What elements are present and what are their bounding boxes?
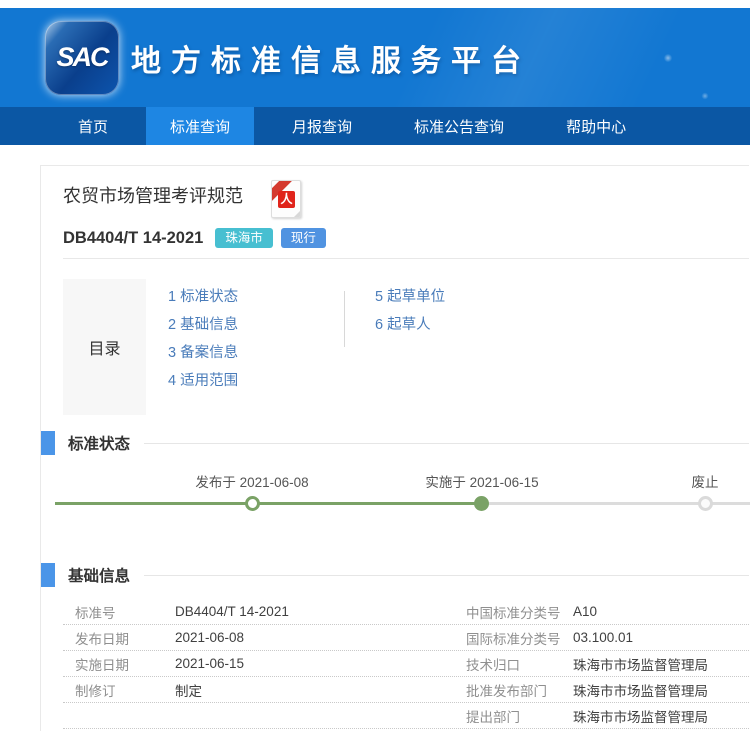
label-revision-type: 制修订 <box>63 680 175 700</box>
value-implement-date: 2021-06-15 <box>175 656 466 671</box>
value-revision-type: 制定 <box>175 680 466 700</box>
value-publish-date: 2021-06-08 <box>175 630 466 645</box>
toc-link-scope[interactable]: 4 适用范围 <box>168 367 344 395</box>
toc-heading-box: 目录 <box>63 279 146 415</box>
timeline-dot-published <box>245 496 260 511</box>
table-row: 提出部门 珠海市市场监督管理局 <box>63 703 749 729</box>
section-title-status: 标准状态 <box>68 432 130 454</box>
site-header: SAC 地方标准信息服务平台 <box>0 8 750 107</box>
label-ccs-code: 中国标准分类号 <box>466 602 573 622</box>
value-approving-department: 珠海市市场监督管理局 <box>573 680 749 700</box>
toc-link-drafting-unit[interactable]: 5 起草单位 <box>375 283 445 311</box>
section-rule <box>144 443 749 444</box>
timeline-label-abolished: 废止 <box>692 471 719 491</box>
section-title-basic-info: 基础信息 <box>68 564 130 586</box>
nav-item-announcement-query[interactable]: 标准公告查询 <box>390 107 528 145</box>
toc-heading: 目录 <box>88 335 120 359</box>
sac-logo[interactable]: SAC <box>45 21 119 95</box>
pdf-file-icon[interactable]: 人 <box>271 180 301 218</box>
status-badge: 现行 <box>281 228 326 248</box>
section-rule <box>144 575 749 576</box>
toc-link-standard-status[interactable]: 1 标准状态 <box>168 283 344 311</box>
standard-code-row: DB4404/T 14-2021 珠海市 现行 <box>63 228 749 248</box>
toc-link-basic-info[interactable]: 2 基础信息 <box>168 311 344 339</box>
top-white-strip <box>0 0 750 8</box>
nav-item-help-center[interactable]: 帮助中心 <box>542 107 650 145</box>
value-technical-committee: 珠海市市场监督管理局 <box>573 654 749 674</box>
section-accent-bar <box>41 563 55 587</box>
section-header-basic-info: 基础信息 <box>41 563 749 587</box>
value-ccs-code: A10 <box>573 604 749 619</box>
timeline-label-implemented: 实施于 2021-06-15 <box>425 471 538 491</box>
nav-item-home[interactable]: 首页 <box>54 107 132 145</box>
value-proposing-department: 珠海市市场监督管理局 <box>573 706 749 726</box>
title-divider <box>63 258 749 259</box>
label-approving-department: 批准发布部门 <box>466 680 573 700</box>
toc-links: 1 标准状态 2 基础信息 3 备案信息 4 适用范围 5 起草单位 6 起草人 <box>168 279 445 415</box>
region-badge: 珠海市 <box>215 228 273 248</box>
adobe-pdf-glyph-icon: 人 <box>278 191 295 208</box>
section-header-status: 标准状态 <box>41 431 749 455</box>
nav-item-monthly-report[interactable]: 月报查询 <box>268 107 376 145</box>
label-technical-committee: 技术归口 <box>466 654 573 674</box>
label-implement-date: 实施日期 <box>63 654 175 674</box>
standard-code: DB4404/T 14-2021 <box>63 229 203 248</box>
basic-info-table: 标准号 DB4404/T 14-2021 中国标准分类号 A10 发布日期 20… <box>63 599 749 729</box>
toc: 目录 1 标准状态 2 基础信息 3 备案信息 4 适用范围 5 起草单位 6 … <box>63 279 749 415</box>
table-row: 制修订 制定 批准发布部门 珠海市市场监督管理局 <box>63 677 749 703</box>
sac-logo-text: SAC <box>56 42 107 73</box>
standard-title: 农贸市场管理考评规范 <box>63 184 243 208</box>
table-row: 标准号 DB4404/T 14-2021 中国标准分类号 A10 <box>63 599 749 625</box>
nav-item-standard-query[interactable]: 标准查询 <box>146 107 254 145</box>
page-fold-icon <box>293 210 301 218</box>
timeline-track-completed <box>55 502 482 505</box>
value-ics-code: 03.100.01 <box>573 630 749 645</box>
timeline-dot-implemented <box>474 496 489 511</box>
toc-column-1: 1 标准状态 2 基础信息 3 备案信息 4 适用范围 <box>168 283 344 415</box>
site-title: 地方标准信息服务平台 <box>131 36 531 80</box>
section-accent-bar <box>41 431 55 455</box>
standard-detail-card: 农贸市场管理考评规范 人 DB4404/T 14-2021 珠海市 现行 目录 … <box>40 165 749 731</box>
timeline-label-published: 发布于 2021-06-08 <box>195 471 308 491</box>
table-row: 实施日期 2021-06-15 技术归口 珠海市市场监督管理局 <box>63 651 749 677</box>
value-standard-number: DB4404/T 14-2021 <box>175 604 466 619</box>
status-timeline: 发布于 2021-06-08 实施于 2021-06-15 废止 <box>55 469 750 531</box>
label-publish-date: 发布日期 <box>63 628 175 648</box>
toc-link-drafters[interactable]: 6 起草人 <box>375 311 445 339</box>
toc-link-filing-info[interactable]: 3 备案信息 <box>168 339 344 367</box>
toc-column-2: 5 起草单位 6 起草人 <box>345 283 445 415</box>
main-nav: 首页 标准查询 月报查询 标准公告查询 帮助中心 <box>0 107 750 145</box>
table-row: 发布日期 2021-06-08 国际标准分类号 03.100.01 <box>63 625 749 651</box>
standard-title-row: 农贸市场管理考评规范 人 <box>63 180 749 218</box>
label-ics-code: 国际标准分类号 <box>466 628 573 648</box>
timeline-dot-abolished <box>698 496 713 511</box>
label-proposing-department: 提出部门 <box>466 706 573 726</box>
label-standard-number: 标准号 <box>63 602 175 622</box>
